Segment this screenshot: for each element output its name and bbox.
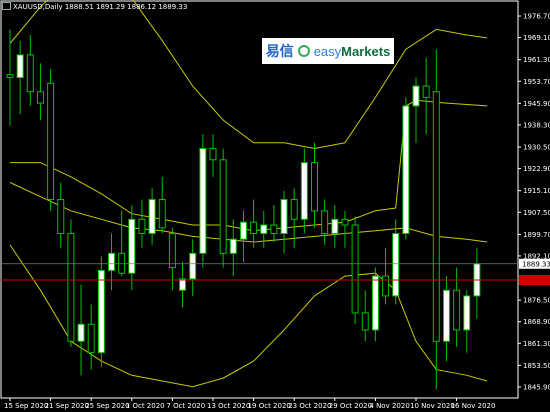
candle-body xyxy=(209,147,217,161)
candle-body xyxy=(239,221,247,240)
candle-body xyxy=(219,159,227,254)
x-tick-label: 23 Oct 2020 xyxy=(288,402,331,410)
x-tick-label: 25 Sep 2020 xyxy=(85,402,129,410)
chart-window[interactable]: 1976.70 1969.10 1961.30 1953.70 1945.90 1938.… xyxy=(0,0,550,412)
band-lower-line xyxy=(9,244,488,388)
y-tick-label: 1907.50 xyxy=(523,209,550,217)
candle-body xyxy=(402,105,410,235)
logo-en-text: easyMarkets xyxy=(314,44,391,59)
candle-body xyxy=(331,218,339,235)
band-lower-mid-line xyxy=(9,182,488,243)
candle-body xyxy=(371,275,379,331)
candle-body xyxy=(280,199,288,235)
y-tick-label: 1930.50 xyxy=(523,144,550,152)
y-tick-label: 1861.30 xyxy=(523,340,550,348)
header-text: XAUUSD,Daily 1888.51 1891.29 1886.12 188… xyxy=(13,3,188,11)
candle-body xyxy=(382,275,390,297)
candle-body xyxy=(118,252,126,274)
candle-body xyxy=(108,252,115,271)
candle-body xyxy=(300,162,308,220)
candle-body xyxy=(67,233,75,342)
candle-body xyxy=(128,218,136,274)
ask-price-badge xyxy=(519,275,550,286)
candle-body xyxy=(16,54,24,79)
x-tick-label: 15 Sep 2020 xyxy=(4,402,48,410)
candle-body xyxy=(453,289,461,331)
y-tick-label: 1938.30 xyxy=(523,121,550,129)
x-tick-label: 16 Nov 2020 xyxy=(451,402,496,410)
candle-body xyxy=(26,54,34,93)
candle-body xyxy=(392,233,400,297)
logo-en-a: easy xyxy=(313,43,342,59)
y-tick-label: 1876.50 xyxy=(523,297,550,305)
y-tick-label: 1915.10 xyxy=(523,187,550,195)
y-tick-label: 1845.90 xyxy=(523,383,550,391)
candle-body xyxy=(463,295,471,331)
candle-body xyxy=(422,85,430,98)
y-tick-label: 1953.70 xyxy=(523,78,550,86)
current-price-label: 1889.33 xyxy=(522,260,550,268)
x-tick-label: 13 Oct 2020 xyxy=(207,402,250,410)
candle-body xyxy=(260,224,268,235)
y-tick-label: 1976.70 xyxy=(523,13,550,21)
candle-body xyxy=(36,91,44,104)
candle-body xyxy=(189,252,197,280)
x-tick-label: 4 Nov 2020 xyxy=(369,402,409,410)
candle-body xyxy=(270,224,278,235)
y-tick-label: 1922.90 xyxy=(523,165,550,173)
candle-body xyxy=(321,210,329,235)
candle-body xyxy=(168,233,176,269)
candle-body xyxy=(290,199,298,220)
symbol-icon xyxy=(2,2,11,10)
candle-body xyxy=(158,199,166,229)
easy-markets-swirl-icon xyxy=(297,45,310,57)
candle-body xyxy=(341,218,349,226)
x-tick-label: 19 Oct 2020 xyxy=(248,402,291,410)
logo-en-b: Markets xyxy=(341,43,391,59)
y-tick-label: 1868.90 xyxy=(523,318,550,326)
candle-body xyxy=(199,147,207,254)
candle-body xyxy=(361,312,369,331)
logo-cn-text: 易信 xyxy=(265,44,294,60)
x-tick-label: 21 Sep 2020 xyxy=(45,402,89,410)
y-tick-label: 1969.10 xyxy=(523,34,550,42)
candle-body xyxy=(77,323,85,342)
candle-body xyxy=(432,91,440,342)
broker-logo: 易信 easyMarkets xyxy=(262,38,394,64)
candle-body xyxy=(250,221,258,235)
candle-body xyxy=(229,238,237,254)
candle-body xyxy=(442,289,450,342)
candle-body xyxy=(6,74,14,79)
candle-body xyxy=(148,199,156,235)
chart-header: XAUUSD,Daily 1888.51 1891.29 1886.12 188… xyxy=(2,2,187,11)
candle-body xyxy=(412,85,420,107)
candle-body xyxy=(47,82,55,200)
candle-body xyxy=(179,278,187,291)
x-tick-label: 10 Nov 2020 xyxy=(410,402,455,410)
y-tick-label: 1899.70 xyxy=(523,231,550,239)
y-tick-label: 1945.90 xyxy=(523,100,550,108)
candle-body xyxy=(311,162,318,212)
candle-body xyxy=(97,269,105,354)
x-tick-label: 1 Oct 2020 xyxy=(126,402,165,410)
y-tick-label: 1853.50 xyxy=(523,362,550,370)
x-tick-label: 7 Oct 2020 xyxy=(166,402,205,410)
candle-body xyxy=(57,199,65,235)
candle-body xyxy=(138,218,146,235)
candle-body xyxy=(87,323,95,354)
y-tick-label: 1961.30 xyxy=(523,56,550,64)
candle-body xyxy=(351,224,359,314)
x-tick-label: 29 Oct 2020 xyxy=(329,402,372,410)
